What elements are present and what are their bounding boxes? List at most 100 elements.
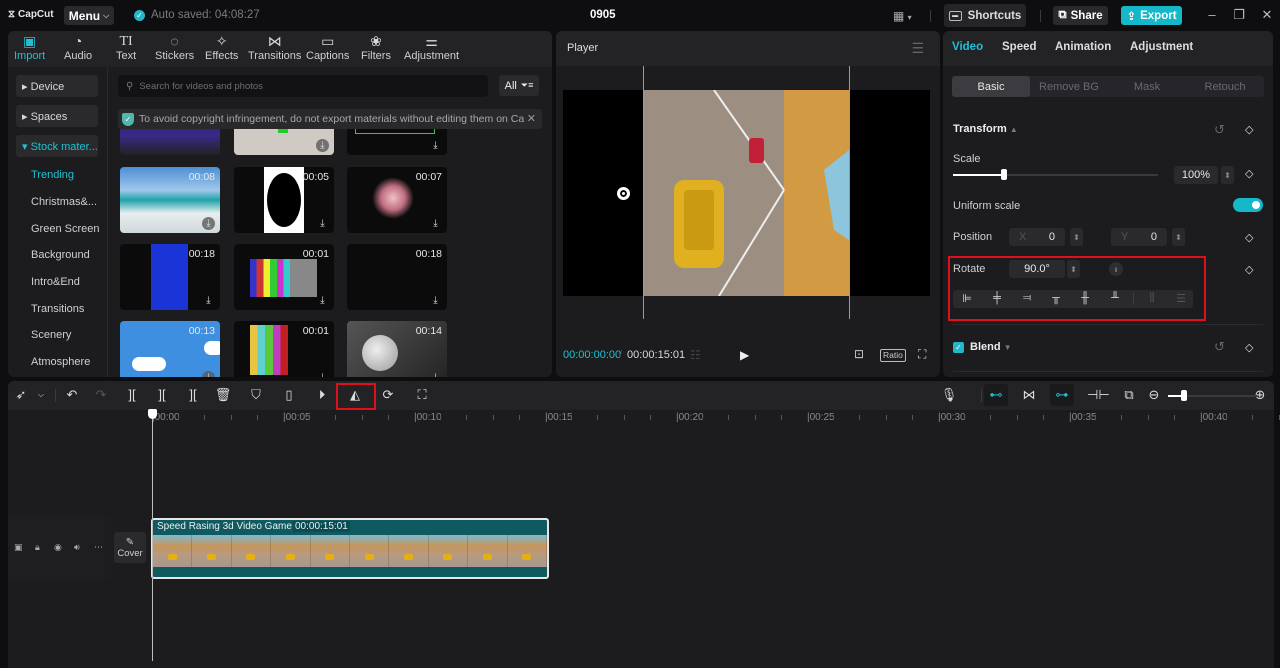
download-icon[interactable]: ⤓ [202,371,215,377]
download-icon[interactable]: ⤓ [202,294,215,307]
timeline-zoom-slider[interactable] [1182,395,1257,397]
close-notice-icon[interactable]: ✕ [527,112,536,125]
more-icon[interactable]: ⋯ [94,542,103,553]
download-icon[interactable]: ⤓ [429,217,442,230]
reverse-icon[interactable]: ⏵ [313,387,331,403]
minimize-icon[interactable]: – [1202,7,1222,22]
reset-icon[interactable]: ↺ [1214,339,1225,355]
blend-section-title[interactable]: Blend ▼ [970,341,1012,353]
position-x-input[interactable]: X0 [1009,228,1065,246]
search-input[interactable]: ⚲ Search for videos and photos [118,75,488,97]
lock-icon[interactable]: 🔒︎ [35,542,40,553]
timecode-grid-icon[interactable]: ☷ [690,348,701,362]
auto-snapping-icon[interactable]: ⋈ [1020,387,1038,403]
split-left-icon[interactable]: ][ [153,387,171,402]
split-right-icon[interactable]: ][ [184,387,202,402]
scale-stepper-icon[interactable]: ⬍ [1221,166,1234,184]
tab-adjustment[interactable]: Adjustment [1130,41,1193,53]
sidebar-item-stock-materials[interactable]: ▾ Stock mater... [16,135,98,157]
reset-icon[interactable]: ↺ [1214,122,1225,138]
close-icon[interactable]: ✕ [1257,7,1277,23]
main-track-magnet-icon[interactable]: ⊷ [984,384,1008,406]
tab-stickers[interactable]: ◌ Stickers [155,33,194,62]
tab-adjustment[interactable]: ⚌ Adjustment [404,33,459,62]
keyframe-icon[interactable]: ◇ [1245,123,1253,136]
playhead[interactable] [152,410,153,661]
media-thumbnail[interactable]: 00:05 ⤓ [234,167,334,233]
download-icon[interactable]: ⤓ [316,371,329,377]
download-icon[interactable]: ⤓ [316,217,329,230]
sidebar-item-atmosphere[interactable]: Atmosphere [31,356,90,368]
tab-filters[interactable]: ❀ Filters [361,33,391,62]
shortcuts-button[interactable]: ▬ Shortcuts [944,4,1026,27]
position-x-stepper-icon[interactable]: ⬍ [1070,228,1083,246]
tab-effects[interactable]: ✧ Effects [205,33,238,62]
sidebar-item-trending[interactable]: Trending [31,169,74,181]
timeline-zoom-handle[interactable] [1181,390,1187,401]
tab-speed[interactable]: Speed [1002,41,1037,53]
cover-button[interactable]: ✎ Cover [114,532,146,563]
uniform-scale-toggle[interactable] [1233,198,1263,212]
media-thumbnail[interactable]: 00:18 ⤓ [120,244,220,310]
sidebar-item-green-screen[interactable]: Green Screen [31,223,99,235]
transform-section-title[interactable]: Transform ▲ [953,123,1018,135]
download-icon[interactable]: ⤓ [429,371,442,377]
download-icon[interactable]: ⤓ [316,294,329,307]
video-clip[interactable]: Speed Rasing 3d Video Game 00:00:15:01 [151,518,549,579]
play-button[interactable]: ▶ [740,348,749,362]
tab-import[interactable]: ▣ Import [14,33,45,62]
sidebar-item-scenery[interactable]: Scenery [31,329,71,341]
media-thumbnail[interactable]: ⤓ [234,129,334,155]
audio-volume-icon[interactable]: 🔊︎ [74,542,80,553]
sidebar-item-spaces[interactable]: ▸ Spaces [16,105,98,127]
select-cursor-icon[interactable]: ➶ [12,387,30,403]
layout-icon[interactable]: ▦ ▾ [893,9,912,23]
download-icon[interactable]: ⤓ [202,217,215,230]
filter-all-button[interactable]: All ⏷≡ [499,75,539,96]
subtab-remove-bg[interactable]: Remove BG [1030,76,1108,97]
keyframe-icon[interactable]: ◇ [1245,231,1253,244]
sidebar-item-transitions[interactable]: Transitions [31,303,84,315]
position-y-stepper-icon[interactable]: ⬍ [1172,228,1185,246]
position-y-input[interactable]: Y0 [1111,228,1167,246]
delete-icon[interactable]: 🗑︎ [214,387,232,403]
media-thumbnail[interactable]: ⤓ [347,129,447,155]
video-preview[interactable] [644,90,849,296]
media-thumbnail[interactable]: 00:13⤓ [120,321,220,377]
media-thumbnail[interactable]: 00:14⤓ [347,321,447,377]
media-thumbnail[interactable]: 00:01⤓ [234,244,334,310]
restore-icon[interactable]: ❐ [1229,7,1249,23]
keyframe-icon[interactable]: ◇ [1245,341,1253,354]
tab-audio[interactable]: ◔ Audio [64,33,92,62]
sidebar-item-background[interactable]: Background [31,249,90,261]
zoom-out-icon[interactable]: ⊖ [1145,387,1163,403]
download-icon[interactable]: ⤓ [429,294,442,307]
tab-transitions[interactable]: ⋈ Transitions [248,33,301,62]
microphone-icon[interactable]: 🎙︎ [940,387,958,403]
rotate-icon[interactable]: ⟳ [379,387,397,403]
media-thumbnail[interactable] [120,129,220,155]
keyframe-icon[interactable]: ◇ [1245,263,1253,276]
scale-slider-handle[interactable] [1000,169,1007,180]
subtab-mask[interactable]: Mask [1108,76,1186,97]
playhead-handle[interactable] [148,409,157,419]
ratio-button[interactable]: Ratio [880,349,906,362]
subtab-retouch[interactable]: Retouch [1186,76,1264,97]
media-thumbnail[interactable]: 00:08 ⤓ [120,167,220,233]
tab-captions[interactable]: ▭ Captions [306,33,349,62]
mark-icon[interactable]: ⛉ [247,387,265,403]
fullscreen-icon[interactable]: ⛶ [918,347,926,362]
media-thumbnail[interactable]: 00:01⤓ [234,321,334,377]
rotate-handle-icon[interactable] [617,187,630,200]
crop-icon[interactable]: ⛶ [413,387,431,403]
media-thumbnail[interactable]: 00:07 ⤓ [347,167,447,233]
share-button[interactable]: ⧉ Share [1053,6,1108,25]
split-preview-icon[interactable]: ⊣⊢ [1087,387,1110,403]
blend-checkbox[interactable]: ✓ [953,342,964,353]
chevron-down-icon[interactable]: ⌵ [32,390,50,400]
timeline-ruler[interactable]: |00:00 |00:05 |00:10 |00:15 |00:20 |00:25 |00:… [111,410,1280,430]
tab-animation[interactable]: Animation [1055,41,1111,53]
split-icon[interactable]: ][ [123,387,141,402]
subtab-basic[interactable]: Basic [952,76,1030,97]
eye-icon[interactable]: ◉ [54,542,62,553]
